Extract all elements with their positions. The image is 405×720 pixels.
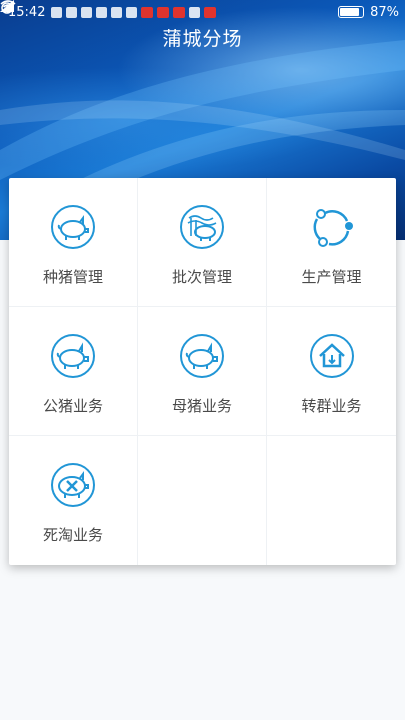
notification-icons xyxy=(51,6,217,18)
production-cycle-icon xyxy=(313,209,353,247)
notification-icon xyxy=(66,6,78,18)
menu-item-sow[interactable]: 母猪业务 xyxy=(138,307,267,436)
empty-cell xyxy=(267,436,396,565)
pig-icon xyxy=(51,205,95,249)
menu-item-label: 生产管理 xyxy=(301,268,362,286)
notification-icon xyxy=(96,6,108,18)
page-title: 蒲城分场 xyxy=(162,28,243,50)
notification-icon xyxy=(111,6,123,18)
status-bar: 15:42 87% xyxy=(0,0,405,24)
notification-icon xyxy=(173,6,186,18)
menu-item-breeding-pig[interactable]: 种猪管理 xyxy=(9,178,138,307)
menu-item-batch[interactable]: 批次管理 xyxy=(138,178,267,307)
dead-pig-icon xyxy=(51,463,95,507)
notification-icon xyxy=(204,6,217,18)
menu-item-label: 死淘业务 xyxy=(42,526,103,544)
boar-icon xyxy=(51,334,95,378)
menu-item-culling[interactable]: 死淘业务 xyxy=(9,436,138,565)
battery-icon xyxy=(338,6,365,18)
sow-icon xyxy=(180,334,224,378)
signal-icon xyxy=(0,0,14,12)
status-right: 87% xyxy=(0,0,399,20)
menu-item-label: 母猪业务 xyxy=(171,397,232,415)
menu-item-label: 种猪管理 xyxy=(42,268,103,286)
notification-icon xyxy=(51,6,63,18)
empty-cell xyxy=(138,436,267,565)
menu-item-production[interactable]: 生产管理 xyxy=(267,178,396,307)
notification-icon xyxy=(81,6,93,18)
menu-item-group-transfer[interactable]: 转群业务 xyxy=(267,307,396,436)
notification-icon xyxy=(189,6,201,18)
battery-percent: 87% xyxy=(370,4,399,20)
battery-level xyxy=(340,8,360,16)
menu-item-boar[interactable]: 公猪业务 xyxy=(9,307,138,436)
notification-icon xyxy=(141,6,154,18)
notification-icon xyxy=(126,6,138,18)
menu-item-label: 批次管理 xyxy=(171,268,232,286)
pig-batch-icon xyxy=(180,205,224,249)
menu-item-label: 转群业务 xyxy=(301,397,362,415)
notification-icon xyxy=(157,6,170,18)
menu-item-label: 公猪业务 xyxy=(42,397,103,415)
house-transfer-icon xyxy=(309,334,354,378)
menu-grid: 种猪管理 批次管理 生产管理 公猪业务 母猪业务 转群业务 死淘业务 xyxy=(9,178,396,565)
